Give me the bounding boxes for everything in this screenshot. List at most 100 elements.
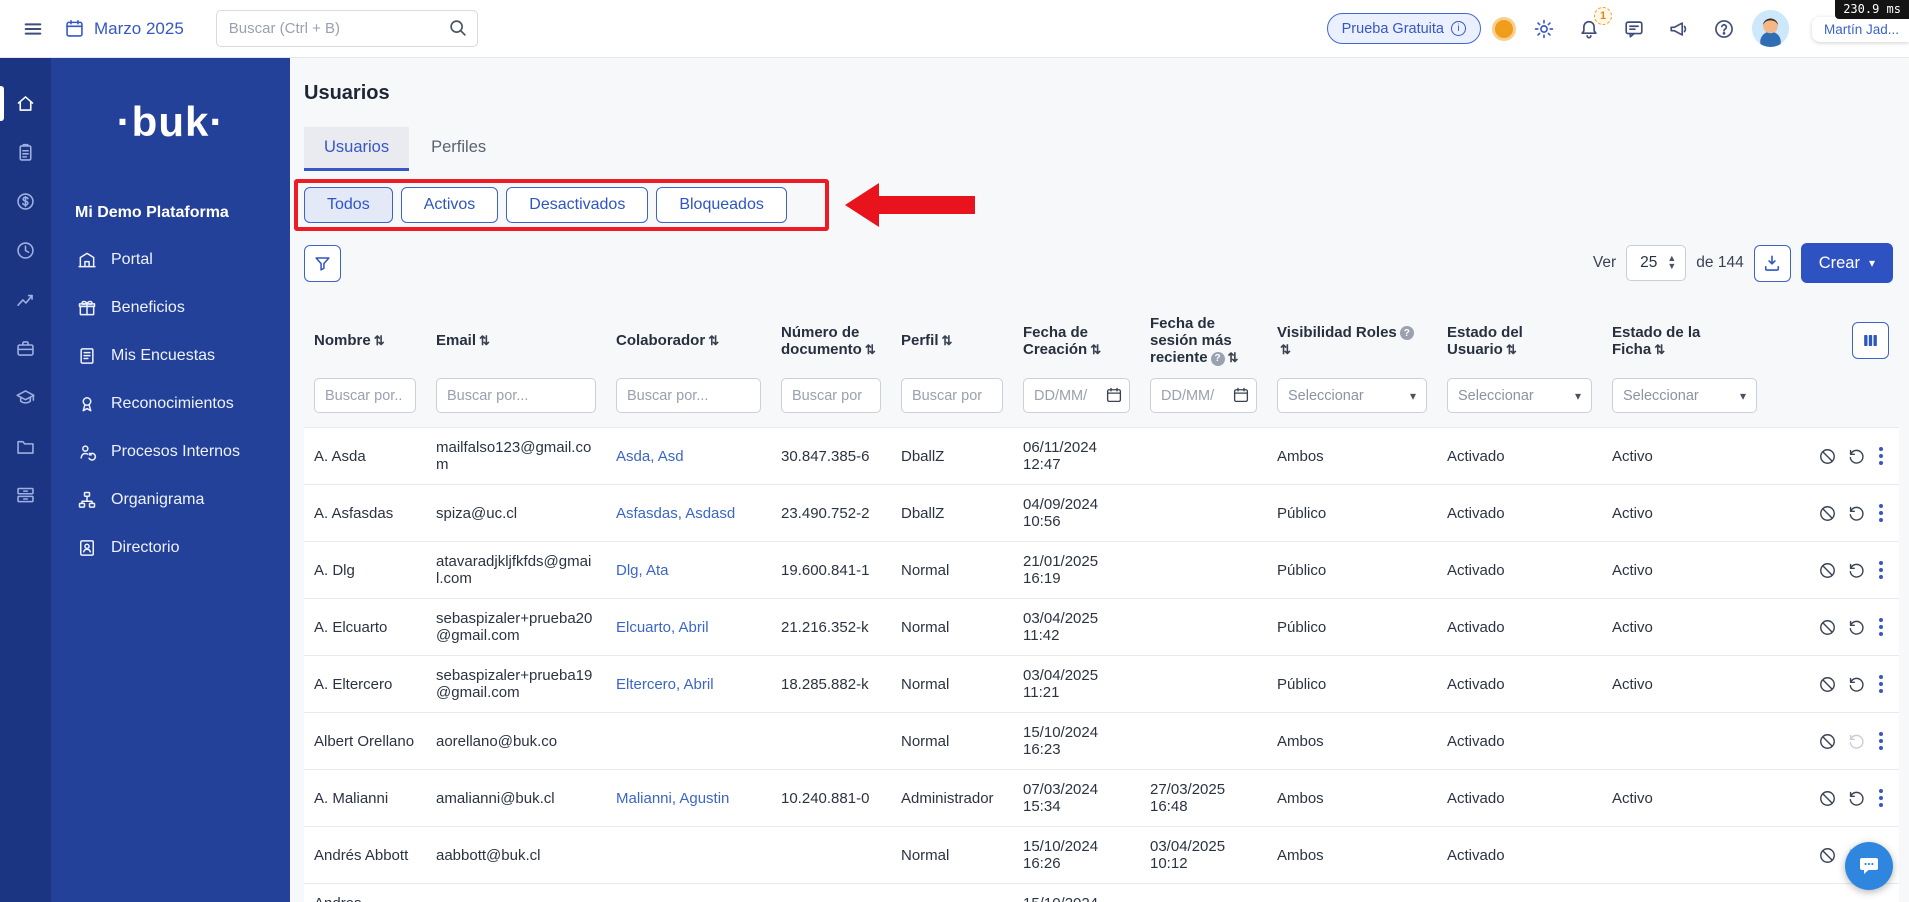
- info-icon[interactable]: ?: [1210, 351, 1225, 366]
- col-email[interactable]: Email ⇅: [426, 303, 606, 374]
- filter-desactivados-button[interactable]: Desactivados: [506, 187, 649, 223]
- advanced-filter-button[interactable]: [304, 244, 341, 282]
- deactivate-user-button[interactable]: [1815, 729, 1840, 754]
- col-estado-ficha[interactable]: Estado de la Ficha ⇅: [1602, 303, 1767, 374]
- filter-nombre-input[interactable]: [314, 378, 416, 413]
- table-filter-row: Seleccionar▾ Seleccionar▾ Selecciona: [304, 374, 1899, 428]
- deactivate-user-button[interactable]: [1815, 558, 1840, 583]
- filter-colaborador-input[interactable]: [616, 378, 761, 413]
- rail-item-documents[interactable]: [0, 422, 51, 471]
- create-button[interactable]: Crear ▾: [1800, 243, 1893, 283]
- row-menu-button[interactable]: [1873, 728, 1889, 754]
- col-visibilidad[interactable]: Visibilidad Roles ?⇅: [1267, 303, 1437, 374]
- collaborator-link[interactable]: Asda, Asd: [616, 448, 684, 465]
- collaborator-link[interactable]: Elcuarto, Abril: [616, 619, 709, 636]
- rail-item-talent[interactable]: [0, 324, 51, 373]
- notifications-button[interactable]: 1: [1572, 6, 1612, 46]
- reset-password-button[interactable]: [1844, 615, 1869, 640]
- performance-badge: 230.9 ms: [1835, 0, 1909, 19]
- cell-estado-ficha: [1602, 826, 1767, 884]
- filter-todos-button[interactable]: Todos: [304, 187, 393, 223]
- cell-estado-ficha: Activo: [1602, 769, 1767, 827]
- messages-button[interactable]: [1617, 12, 1651, 46]
- reset-password-button[interactable]: [1844, 672, 1869, 697]
- col-nombre[interactable]: Nombre ⇅: [304, 303, 426, 374]
- sidebar-item-organigrama[interactable]: Organigrama: [51, 476, 290, 524]
- support-chat-button[interactable]: [1845, 842, 1893, 890]
- filter-estado-usuario-select[interactable]: Seleccionar ▾: [1447, 378, 1592, 413]
- filter-perfil-input[interactable]: [901, 378, 1003, 413]
- col-fecha-creacion[interactable]: Fecha de Creación ⇅: [1013, 303, 1140, 374]
- calendar-icon[interactable]: [1105, 386, 1123, 404]
- sidebar-item-directorio[interactable]: Directorio: [51, 524, 290, 572]
- sidebar-item-portal[interactable]: Portal: [51, 236, 290, 284]
- sidebar-item-reconocimientos[interactable]: Reconocimientos: [51, 380, 290, 428]
- filter-estado-ficha-select[interactable]: Seleccionar ▾: [1612, 378, 1757, 413]
- cell-fecha-creacion: 04/09/2024 10:56: [1013, 484, 1140, 542]
- collaborator-link[interactable]: Asfasdas, Asdasd: [616, 505, 735, 522]
- rail-item-home[interactable]: [0, 79, 51, 128]
- filter-bloqueados-button[interactable]: Bloqueados: [656, 187, 787, 223]
- row-menu-button[interactable]: [1873, 785, 1889, 811]
- deactivate-user-button[interactable]: [1815, 501, 1840, 526]
- calendar-icon[interactable]: [1232, 386, 1250, 404]
- collaborator-link[interactable]: Malianni, Agustin: [616, 790, 729, 807]
- hamburger-menu-button[interactable]: [16, 12, 50, 46]
- filter-visibilidad-select[interactable]: Seleccionar ▾: [1277, 378, 1427, 413]
- help-button[interactable]: [1707, 12, 1741, 46]
- deactivate-user-button[interactable]: [1815, 444, 1840, 469]
- filter-email-input[interactable]: [436, 378, 596, 413]
- global-search-input[interactable]: [215, 10, 478, 47]
- user-avatar[interactable]: [1752, 10, 1789, 47]
- deactivate-user-button[interactable]: [1815, 843, 1840, 868]
- row-menu-button[interactable]: [1873, 614, 1889, 640]
- reset-password-button[interactable]: [1844, 729, 1869, 754]
- rail-item-training[interactable]: [0, 373, 51, 422]
- col-colaborador[interactable]: Colaborador ⇅: [606, 303, 771, 374]
- announcements-button[interactable]: [1662, 12, 1696, 46]
- ban-icon: [1819, 847, 1835, 863]
- column-settings-button[interactable]: [1852, 322, 1889, 359]
- page-size-select[interactable]: 25 ▲ ▼: [1626, 245, 1687, 281]
- cell-actions: [1767, 655, 1899, 713]
- cell-fecha-sesion: [1140, 598, 1267, 656]
- col-documento[interactable]: Número de documento ⇅: [771, 303, 891, 374]
- reset-password-button[interactable]: [1844, 786, 1869, 811]
- info-icon[interactable]: ?: [1399, 326, 1414, 340]
- reset-password-button[interactable]: [1844, 558, 1869, 583]
- deactivate-user-button[interactable]: [1815, 615, 1840, 640]
- sidebar-item-procesos-internos[interactable]: Procesos Internos: [51, 428, 290, 476]
- filter-activos-button[interactable]: Activos: [400, 187, 499, 223]
- rail-item-performance[interactable]: [0, 275, 51, 324]
- rail-item-archive[interactable]: [0, 471, 51, 520]
- download-button[interactable]: [1753, 244, 1791, 282]
- row-menu-button[interactable]: [1873, 443, 1889, 469]
- cell-fecha-sesion: [1140, 427, 1267, 485]
- col-perfil[interactable]: Perfil ⇅: [891, 303, 1013, 374]
- period-selector[interactable]: Marzo 2025: [64, 18, 184, 39]
- cell-estado-usuario: Activado: [1437, 598, 1602, 656]
- collaborator-link[interactable]: Eltercero, Abril: [616, 676, 714, 693]
- tab-usuarios[interactable]: Usuarios: [304, 127, 410, 171]
- filter-documento-input[interactable]: [781, 378, 881, 413]
- row-menu-button[interactable]: [1873, 557, 1889, 583]
- sidebar-item-mis-encuestas[interactable]: Mis Encuestas: [51, 332, 290, 380]
- col-fecha-sesion[interactable]: Fecha de sesión más reciente? ⇅: [1140, 303, 1267, 374]
- sidebar-item-beneficios[interactable]: Beneficios: [51, 284, 290, 332]
- rail-item-tasks[interactable]: [0, 128, 51, 177]
- coin-icon[interactable]: [1492, 16, 1516, 41]
- row-menu-button[interactable]: [1873, 500, 1889, 526]
- reset-password-button[interactable]: [1844, 501, 1869, 526]
- reset-password-button[interactable]: [1844, 444, 1869, 469]
- col-estado-usuario[interactable]: Estado del Usuario ⇅: [1437, 303, 1602, 374]
- collaborator-link[interactable]: Dlg, Ata: [616, 562, 669, 579]
- settings-button[interactable]: [1527, 12, 1561, 46]
- tab-perfiles[interactable]: Perfiles: [411, 127, 506, 171]
- row-menu-button[interactable]: [1873, 671, 1889, 697]
- rail-item-payroll[interactable]: [0, 177, 51, 226]
- rail-item-time[interactable]: [0, 226, 51, 275]
- free-trial-button[interactable]: Prueba Gratuita i: [1326, 13, 1481, 44]
- deactivate-user-button[interactable]: [1815, 786, 1840, 811]
- deactivate-user-button[interactable]: [1815, 672, 1840, 697]
- ban-icon: [1819, 448, 1835, 464]
